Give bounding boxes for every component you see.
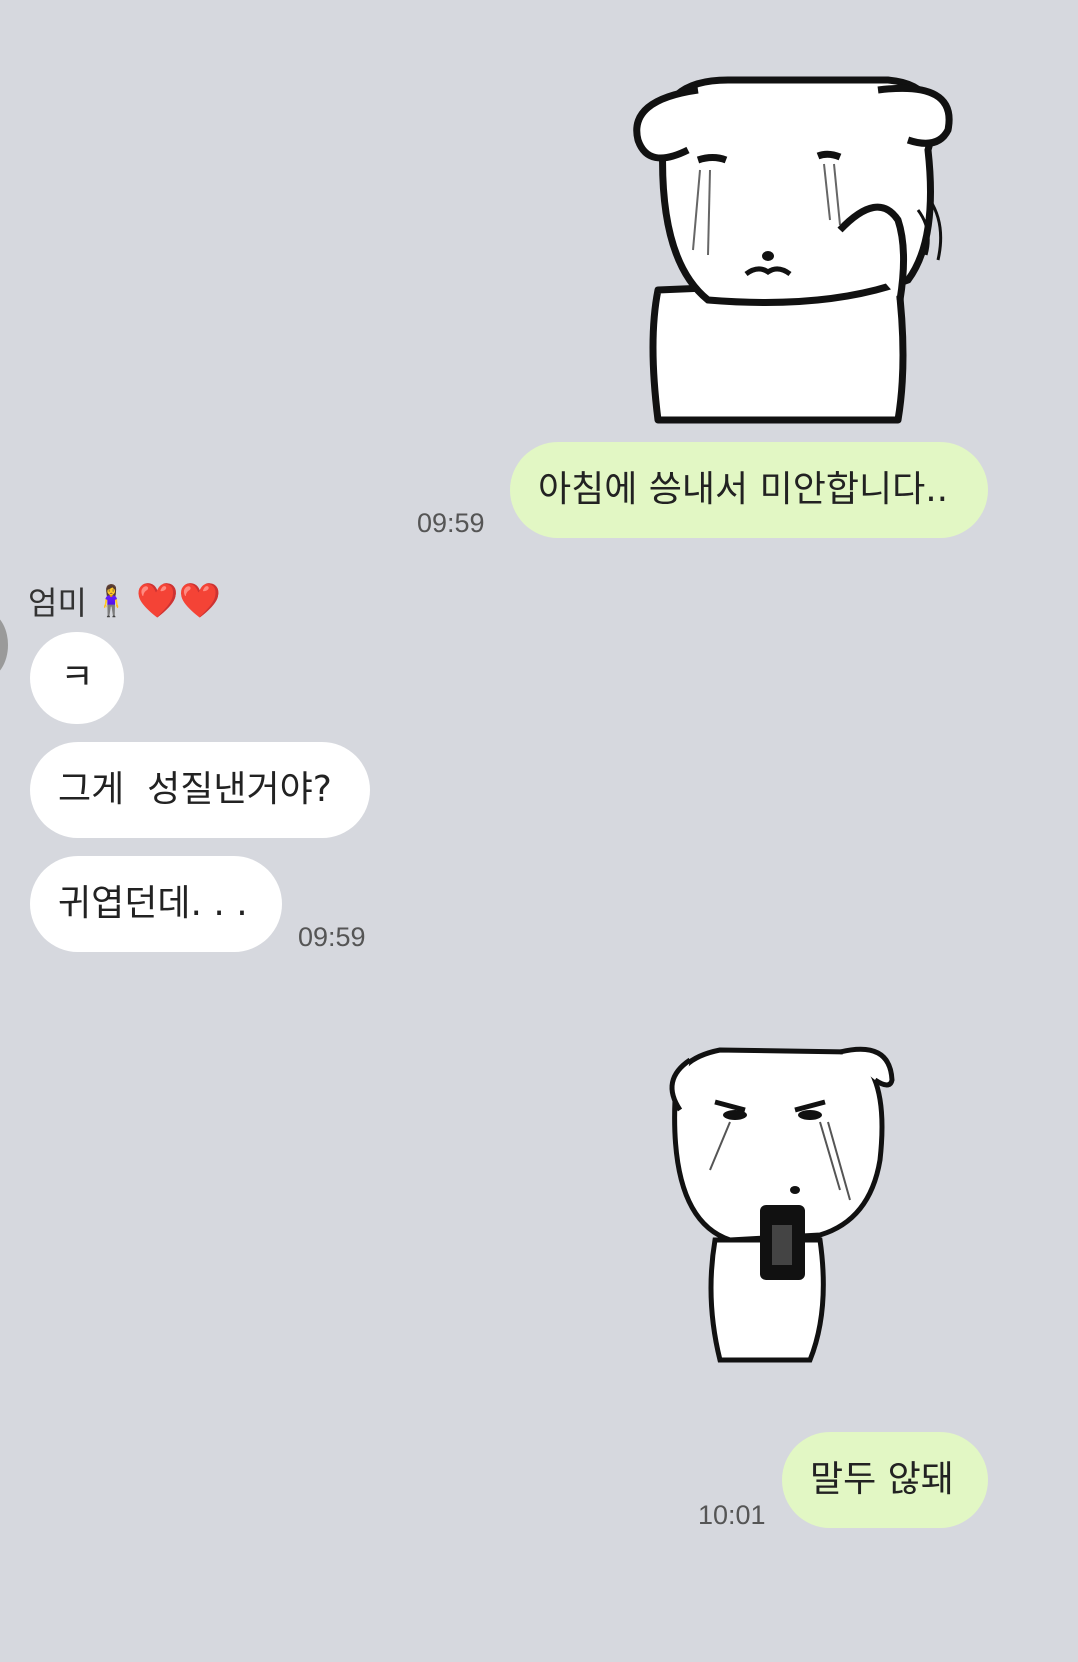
other-message-bubble[interactable]: 귀엽던데. . . — [30, 856, 282, 952]
my-message-bubble[interactable]: 말두 않돼 — [782, 1432, 988, 1528]
my-message-bubble[interactable]: 아침에 씅내서 미안합니다.. — [510, 442, 988, 538]
message-text: ㅋ — [60, 657, 94, 698]
avatar[interactable] — [0, 612, 8, 678]
message-time: 09:59 — [298, 922, 366, 952]
message-text: 귀엽던데. . . — [58, 883, 248, 924]
heart-icons: ❤️❤️ — [136, 581, 221, 621]
crying-dog-icon — [633, 76, 953, 424]
message-text: 그게 성질낸거야? — [58, 769, 332, 810]
angry-crying-dog-icon — [669, 1046, 895, 1363]
message-text: 아침에 씅내서 미안합니다.. — [538, 469, 949, 510]
sender-name-text: 엄미 — [28, 584, 87, 622]
other-message-bubble[interactable]: 그게 성질낸거야? — [30, 742, 370, 838]
crying-dog-sticker[interactable] — [628, 60, 1008, 430]
angry-crying-dog-sticker[interactable] — [660, 1040, 900, 1380]
message-time: 09:59 — [417, 508, 485, 538]
other-message-bubble[interactable]: ㅋ — [30, 632, 124, 724]
message-text: 말두 않돼 — [810, 1459, 954, 1500]
person-emoji-icon: 🧍‍♀️ — [92, 583, 131, 619]
sender-name: 엄미 🧍‍♀️ ❤️❤️ — [28, 578, 221, 624]
message-time: 10:01 — [698, 1500, 766, 1530]
